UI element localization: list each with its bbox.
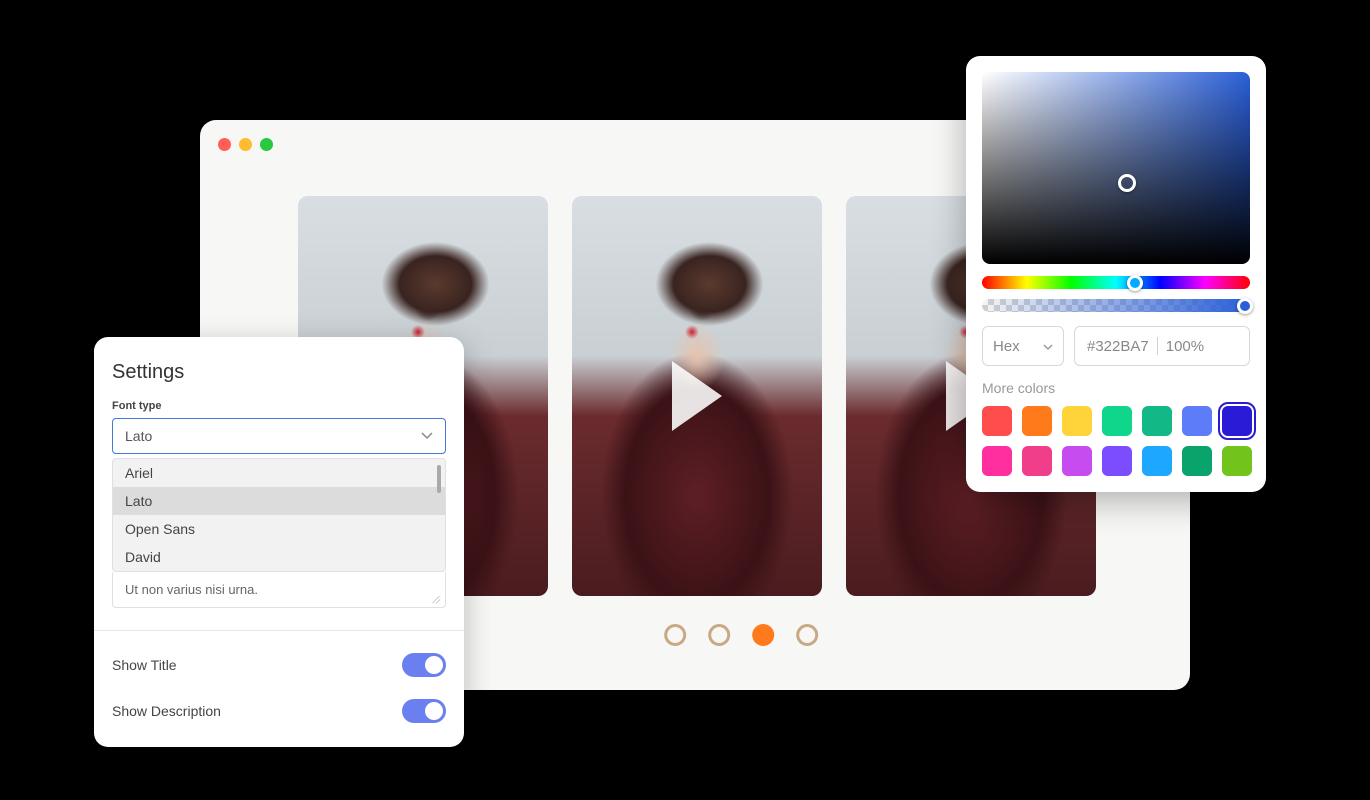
color-swatch[interactable]	[1142, 446, 1172, 476]
color-format-value: Hex	[993, 338, 1020, 355]
show-title-toggle[interactable]	[402, 653, 446, 677]
more-colors-label: More colors	[982, 380, 1250, 396]
hue-slider[interactable]	[982, 276, 1250, 289]
color-swatch[interactable]	[1102, 446, 1132, 476]
show-description-row: Show Description	[112, 699, 446, 723]
alpha-slider[interactable]	[982, 299, 1250, 312]
hex-value-input[interactable]: #322BA7 100%	[1074, 326, 1250, 366]
font-option[interactable]: Open Sans	[113, 515, 445, 543]
color-swatch[interactable]	[1022, 446, 1052, 476]
window-minimize-button[interactable]	[239, 138, 252, 151]
swatch-grid	[982, 406, 1250, 476]
font-option[interactable]: Lato	[113, 487, 445, 515]
alpha-slider-thumb[interactable]	[1237, 298, 1253, 314]
scrollbar-thumb[interactable]	[437, 465, 441, 493]
divider	[94, 630, 464, 631]
color-swatch[interactable]	[982, 446, 1012, 476]
show-description-label: Show Description	[112, 703, 221, 719]
color-inputs: Hex #322BA7 100%	[982, 326, 1250, 366]
traffic-lights	[218, 138, 273, 151]
sample-text-input[interactable]: Ut non varius nisi urna.	[112, 572, 446, 608]
carousel-card[interactable]	[572, 196, 822, 596]
color-swatch[interactable]	[982, 406, 1012, 436]
hue-slider-thumb[interactable]	[1127, 275, 1143, 291]
font-type-label: Font type	[112, 400, 446, 412]
color-swatch[interactable]	[1182, 446, 1212, 476]
color-canvas[interactable]	[982, 72, 1250, 264]
font-select[interactable]: Lato	[112, 418, 446, 454]
resize-handle-icon[interactable]	[431, 593, 441, 603]
color-swatch[interactable]	[1062, 406, 1092, 436]
color-swatch[interactable]	[1182, 406, 1212, 436]
color-swatch[interactable]	[1142, 406, 1172, 436]
font-dropdown-list: Ariel Lato Open Sans David	[112, 458, 446, 572]
carousel-dots	[664, 624, 818, 646]
font-option[interactable]: Ariel	[113, 459, 445, 487]
carousel-dot[interactable]	[796, 624, 818, 646]
color-swatch[interactable]	[1022, 406, 1052, 436]
chevron-down-icon	[1043, 338, 1053, 355]
settings-panel: Settings Font type Lato Ariel Lato Open …	[94, 337, 464, 747]
carousel-dot[interactable]	[664, 624, 686, 646]
color-picker-panel: Hex #322BA7 100% More colors	[966, 56, 1266, 492]
opacity-value: 100%	[1166, 338, 1204, 355]
show-title-label: Show Title	[112, 657, 177, 673]
color-canvas-cursor[interactable]	[1118, 174, 1136, 192]
color-swatch[interactable]	[1222, 446, 1252, 476]
color-format-select[interactable]: Hex	[982, 326, 1064, 366]
color-swatch[interactable]	[1222, 406, 1252, 436]
play-icon[interactable]	[672, 361, 722, 431]
color-swatch[interactable]	[1062, 446, 1092, 476]
show-title-row: Show Title	[112, 653, 446, 677]
divider	[1157, 337, 1158, 355]
carousel-dot[interactable]	[708, 624, 730, 646]
carousel-dot-active[interactable]	[752, 624, 774, 646]
hex-code: #322BA7	[1087, 338, 1149, 355]
color-swatch[interactable]	[1102, 406, 1132, 436]
chevron-down-icon	[421, 430, 433, 442]
settings-title: Settings	[112, 361, 446, 384]
font-select-value: Lato	[125, 428, 152, 444]
show-description-toggle[interactable]	[402, 699, 446, 723]
window-close-button[interactable]	[218, 138, 231, 151]
sample-text-value: Ut non varius nisi urna.	[125, 582, 258, 597]
font-option[interactable]: David	[113, 543, 445, 571]
window-maximize-button[interactable]	[260, 138, 273, 151]
